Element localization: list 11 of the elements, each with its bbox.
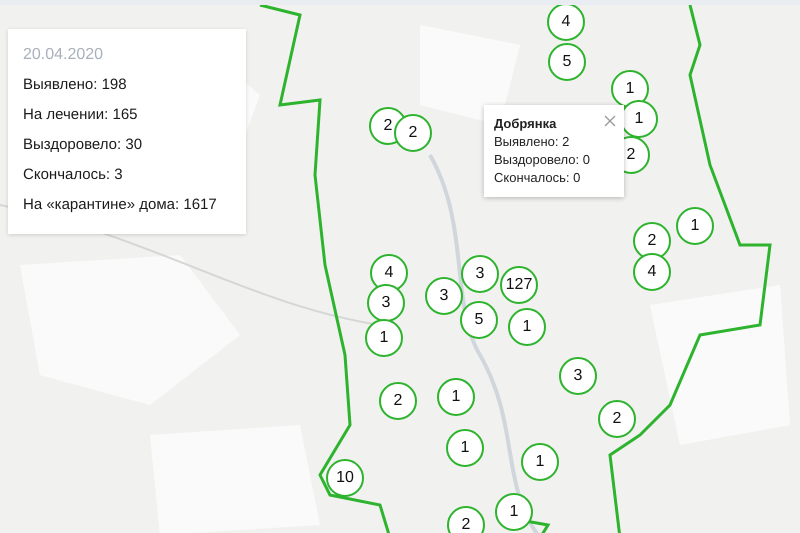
popup-title: Добрянка	[494, 115, 558, 133]
stat-line: Выявлено: 198	[23, 75, 128, 94]
stat-line: На «карантине» дома: 1617	[23, 195, 218, 214]
stat-line: Скончалось: 3	[23, 165, 124, 184]
date-label: 20.04.2020	[23, 45, 104, 64]
popup-line: Скончалось: 0	[494, 169, 582, 187]
popup-line: Выздоровело: 0	[494, 151, 591, 169]
stat-line: Выздоровело: 30	[23, 135, 144, 154]
stat-line: На лечении: 165	[23, 105, 138, 124]
popup-line: Выявлено: 2	[494, 133, 570, 151]
close-icon[interactable]	[604, 115, 616, 127]
